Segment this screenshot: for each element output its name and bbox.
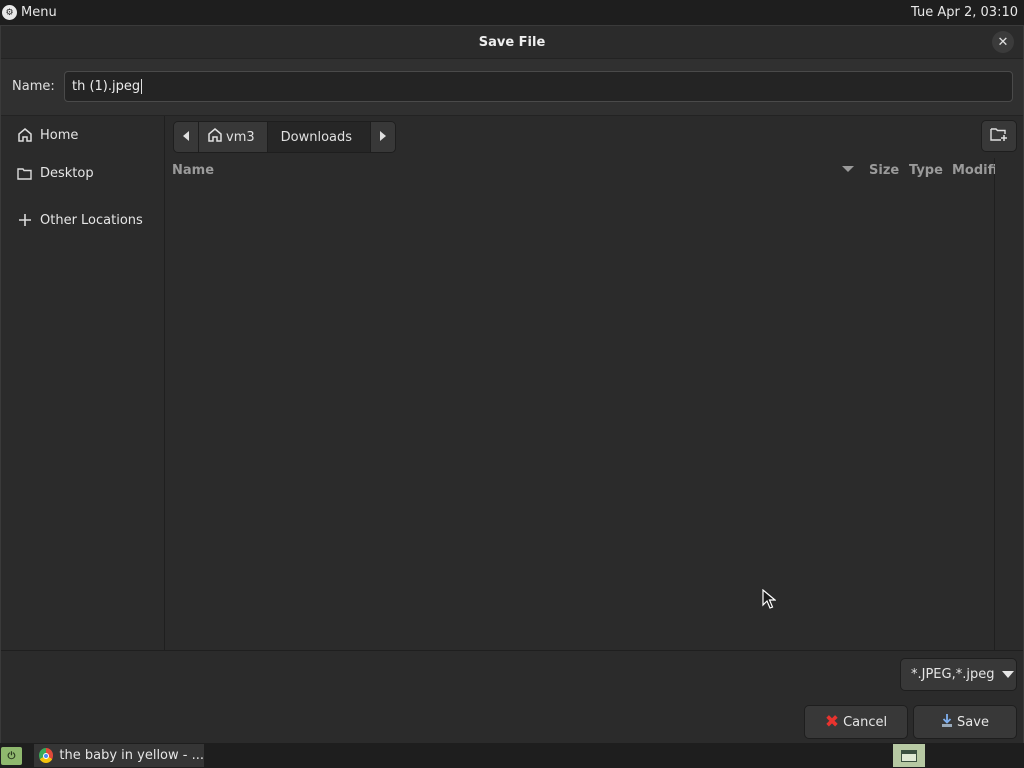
save-label: Save — [957, 714, 989, 730]
download-save-icon — [941, 713, 953, 731]
create-folder-button[interactable] — [981, 120, 1017, 152]
taskbar-item-chrome[interactable]: the baby in yellow - ... — [34, 744, 204, 767]
file-type-filter-select[interactable]: *.JPEG,*.jpeg — [900, 658, 1017, 691]
cancel-x-icon: ✖ — [824, 712, 840, 732]
plus-icon — [17, 213, 32, 228]
sidebar-item-label: Desktop — [40, 165, 94, 181]
pathbar: vm3 Downloads — [173, 121, 397, 153]
dialog-footer: *.JPEG,*.jpeg ✖ Cancel Save — [1, 650, 1023, 743]
text-caret — [141, 79, 143, 94]
distro-logo-icon: ⚙ — [2, 5, 17, 20]
save-button[interactable]: Save — [913, 705, 1017, 739]
chevron-down-icon — [1002, 671, 1015, 678]
top-panel: ⚙ Menu Tue Apr 2, 03:10 — [0, 0, 1024, 25]
name-row: Name: th (1).jpeg — [1, 58, 1023, 116]
sort-descending-icon[interactable] — [842, 166, 854, 172]
dialog-titlebar: Save File ✕ — [1, 26, 1023, 58]
places-sidebar: Home Desktop Other Locations — [1, 116, 165, 650]
cancel-button[interactable]: ✖ Cancel — [804, 705, 908, 739]
menu-label: Menu — [21, 5, 57, 20]
close-icon: ✕ — [997, 34, 1009, 50]
show-desktop-button[interactable] — [893, 744, 925, 767]
path-segment-label: vm3 — [226, 129, 255, 145]
sidebar-item-label: Other Locations — [40, 212, 143, 228]
file-name-value: th (1).jpeg — [72, 79, 141, 94]
folder-icon — [17, 166, 32, 181]
chevron-left-icon — [182, 130, 190, 145]
path-forward-button[interactable] — [371, 122, 396, 152]
sidebar-item-home[interactable]: Home — [1, 118, 164, 152]
file-list[interactable]: Name Size Type Modified — [166, 158, 995, 650]
sidebar-item-other-locations[interactable]: Other Locations — [1, 203, 164, 237]
home-icon — [17, 128, 32, 143]
taskbar-item-label: the baby in yellow - ... — [59, 748, 204, 763]
path-segment-vm3[interactable]: vm3 — [199, 122, 268, 152]
column-header-type[interactable]: Type — [909, 163, 943, 178]
taskbar: ⏻ the baby in yellow - ... — [0, 743, 1024, 768]
file-browser: vm3 Downloads Name Size Type Modifie — [166, 116, 1023, 650]
dialog-title: Save File — [478, 34, 546, 50]
path-segment-downloads[interactable]: Downloads — [267, 122, 372, 152]
cancel-label: Cancel — [843, 714, 888, 730]
start-menu-button[interactable]: ⏻ — [1, 747, 22, 765]
path-back-button[interactable] — [174, 122, 199, 152]
filter-value: *.JPEG,*.jpeg — [911, 667, 995, 682]
mouse-pointer-icon — [762, 589, 776, 609]
column-header-size[interactable]: Size — [869, 163, 899, 178]
start-logo-icon: ⏻ — [7, 750, 16, 762]
column-header-name[interactable]: Name — [172, 163, 214, 178]
column-header-row: Name Size Type Modified — [166, 158, 995, 183]
file-name-input[interactable]: th (1).jpeg — [64, 71, 1013, 102]
clock[interactable]: Tue Apr 2, 03:10 — [911, 5, 1020, 20]
column-header-modified[interactable]: Modified — [952, 163, 995, 178]
sidebar-item-desktop[interactable]: Desktop — [1, 156, 164, 190]
chrome-icon — [39, 748, 54, 763]
name-label: Name: — [12, 79, 55, 94]
home-icon — [208, 128, 222, 146]
close-button[interactable]: ✕ — [992, 31, 1014, 53]
window-icon — [901, 749, 917, 762]
menu-button[interactable]: ⚙ Menu — [2, 5, 57, 20]
new-folder-icon — [990, 127, 1008, 146]
sidebar-item-label: Home — [40, 127, 79, 143]
chevron-right-icon — [379, 130, 387, 145]
save-file-dialog: Save File ✕ Name: th (1).jpeg Home Deskt… — [0, 25, 1024, 743]
path-segment-label: Downloads — [280, 129, 353, 145]
